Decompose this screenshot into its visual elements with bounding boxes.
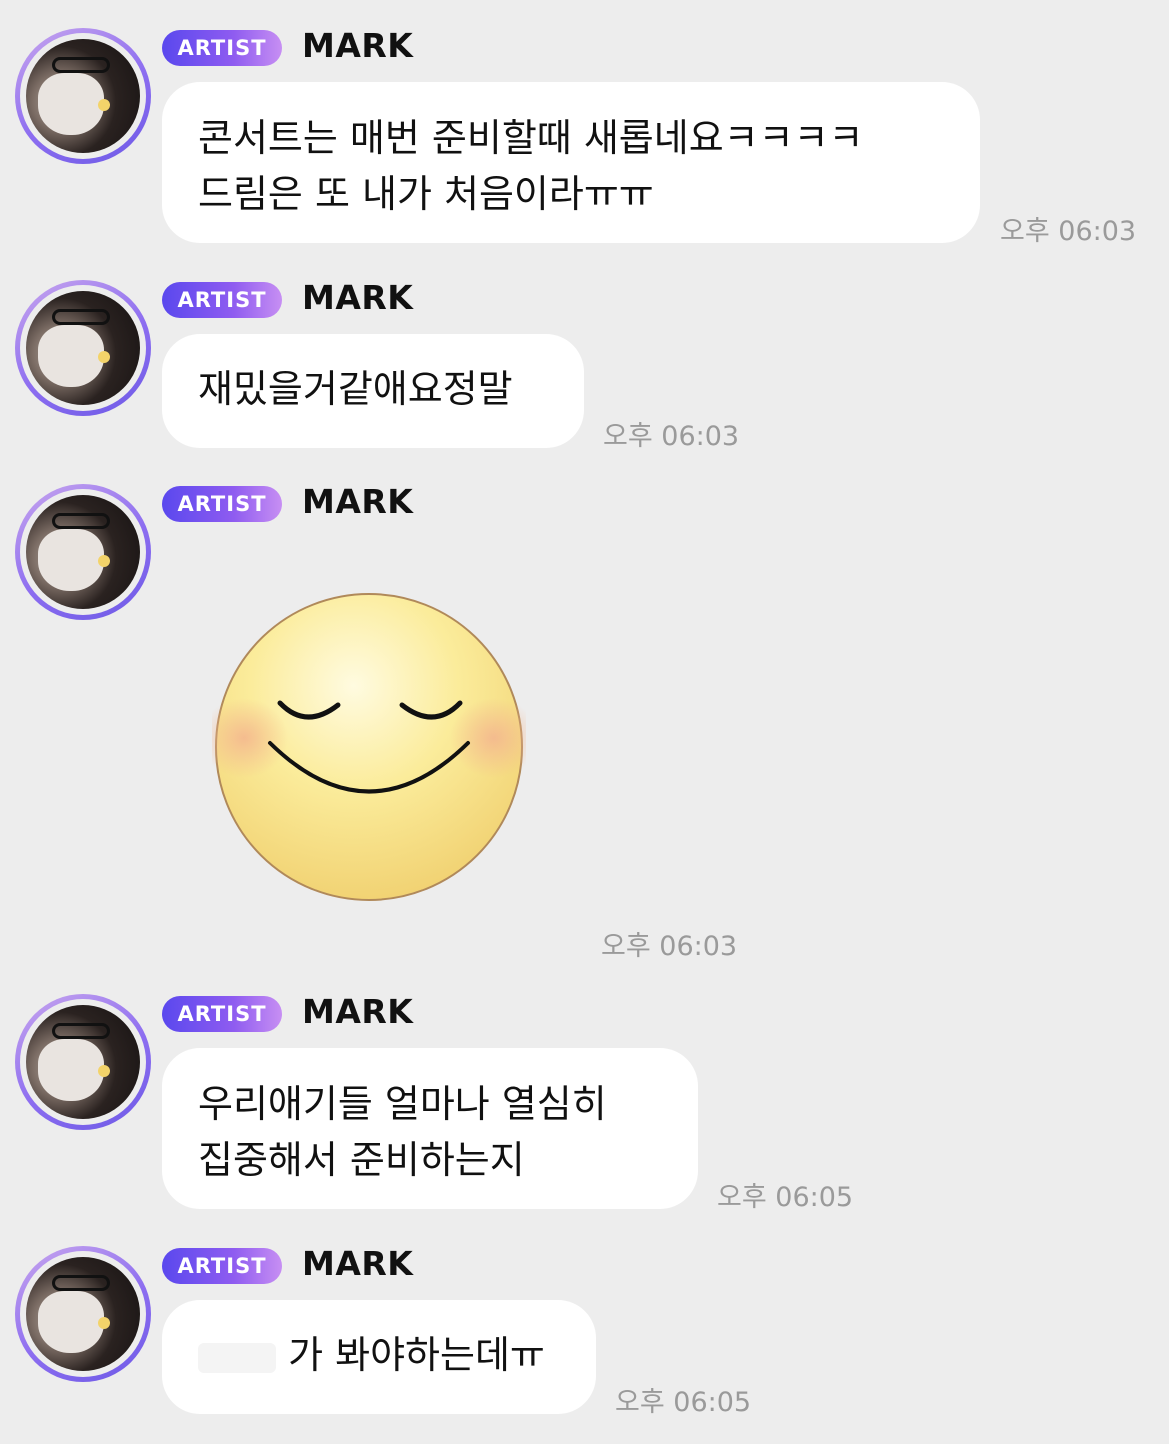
avatar-photo [26, 39, 140, 153]
artist-badge: ARTIST [162, 282, 282, 318]
message-timestamp: 오후 06:05 [615, 1387, 752, 1418]
avatar-mask-shape [38, 1039, 104, 1101]
avatar[interactable] [15, 280, 151, 416]
sender-name[interactable]: MARK [302, 278, 413, 317]
avatar-photo [26, 1257, 140, 1371]
message-text-line: 우리애기들 얼마나 열심히 [198, 1082, 607, 1126]
sender-name[interactable]: MARK [302, 992, 413, 1031]
message-bubble[interactable]: 우리애기들 얼마나 열심히 집중해서 준비하는지 [162, 1048, 698, 1209]
message-text-line: 집중해서 준비하는지 [198, 1138, 525, 1182]
redacted-text-blur [198, 1342, 276, 1373]
avatar-photo [26, 291, 140, 405]
artist-badge: ARTIST [162, 30, 282, 66]
message-text-line: 재밌을거같애요정말 [198, 367, 513, 411]
avatar[interactable] [15, 1246, 151, 1382]
message-timestamp: 오후 06:03 [1000, 216, 1137, 247]
message-text-line: 가 봐야하는데ㅠ [198, 1327, 560, 1383]
message-timestamp: 오후 06:05 [717, 1182, 854, 1213]
avatar[interactable] [15, 994, 151, 1130]
message-text-line: 콘서트는 매번 준비할때 새롭네요ㅋㅋㅋㅋ [198, 116, 864, 160]
message-timestamp: 오후 06:03 [601, 931, 738, 962]
avatar-emoji-sticker [98, 1317, 110, 1329]
avatar-glasses-shape [52, 57, 110, 73]
artist-badge: ARTIST [162, 486, 282, 522]
sender-name[interactable]: MARK [302, 26, 413, 65]
avatar-mask-shape [38, 529, 104, 591]
smiling-face-sticker[interactable] [212, 590, 526, 904]
avatar-mask-shape [38, 1291, 104, 1353]
avatar-emoji-sticker [98, 555, 110, 567]
avatar[interactable] [15, 484, 151, 620]
sender-name[interactable]: MARK [302, 1244, 413, 1283]
artist-badge: ARTIST [162, 996, 282, 1032]
avatar-glasses-shape [52, 513, 110, 529]
avatar-mask-shape [38, 325, 104, 387]
avatar-emoji-sticker [98, 99, 110, 111]
message-bubble[interactable]: 콘서트는 매번 준비할때 새롭네요ㅋㅋㅋㅋ 드림은 또 내가 처음이라ㅠㅠ [162, 82, 980, 243]
artist-badge: ARTIST [162, 1248, 282, 1284]
avatar-glasses-shape [52, 1023, 110, 1039]
message-bubble[interactable]: 재밌을거같애요정말 [162, 334, 584, 448]
avatar-photo [26, 1005, 140, 1119]
avatar-glasses-shape [52, 1275, 110, 1291]
avatar[interactable] [15, 28, 151, 164]
message-text-line: 드림은 또 내가 처음이라ㅠㅠ [198, 172, 654, 216]
avatar-photo [26, 495, 140, 609]
avatar-glasses-shape [52, 309, 110, 325]
avatar-mask-shape [38, 73, 104, 135]
message-bubble[interactable]: 가 봐야하는데ㅠ [162, 1300, 596, 1414]
avatar-emoji-sticker [98, 351, 110, 363]
message-timestamp: 오후 06:03 [603, 421, 740, 452]
message-text: 가 봐야하는데ㅠ [288, 1333, 545, 1377]
sender-name[interactable]: MARK [302, 482, 413, 521]
avatar-emoji-sticker [98, 1065, 110, 1077]
